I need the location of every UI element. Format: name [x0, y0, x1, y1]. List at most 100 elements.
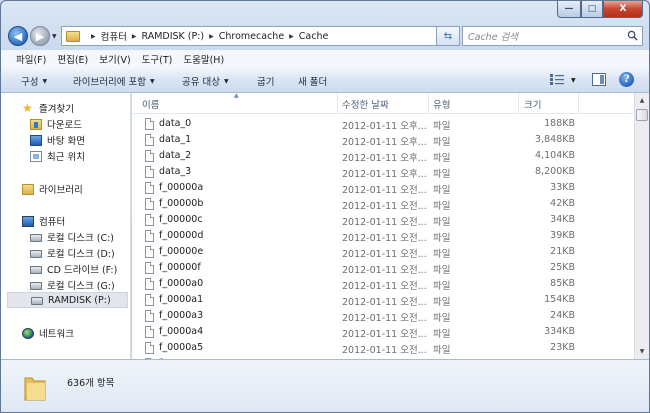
navigation-pane: ★ 즐겨찾기 다운로드 바탕 화면 최근 위치 라이브러리 컴퓨터 로컬 디스크… — [1, 93, 131, 359]
column-divider[interactable] — [428, 93, 429, 114]
menu-help[interactable]: 도움말(H) — [183, 52, 224, 66]
scroll-up-button[interactable]: ▲ — [635, 93, 649, 108]
chevron-down-icon[interactable]: ▼ — [571, 77, 576, 84]
chevron-right-icon[interactable]: ▶ — [132, 33, 137, 40]
menu-edit[interactable]: 편집(E) — [57, 52, 88, 66]
file-size: 42KB — [550, 198, 575, 209]
column-header-type[interactable]: 유형 — [433, 97, 450, 111]
file-icon — [145, 166, 154, 178]
table-row[interactable]: f_00000c 2012-01-11 오전... 파일 34KB — [132, 212, 634, 228]
sidebar-item-libraries[interactable]: 라이브러리 — [22, 182, 83, 196]
chevron-right-icon[interactable]: ▶ — [289, 33, 294, 40]
item-count: 636개 항목 — [67, 378, 115, 389]
sidebar-item-computer[interactable]: 컴퓨터 — [22, 214, 65, 228]
menu-tools[interactable]: 도구(T) — [142, 52, 173, 66]
table-row[interactable]: f_00000a 2012-01-11 오전... 파일 33KB — [132, 180, 634, 196]
table-row[interactable]: data_1 2012-01-11 오후... 파일 3,848KB — [132, 132, 634, 148]
forward-button[interactable]: ▶ — [30, 26, 50, 46]
table-row[interactable]: f_00000d 2012-01-11 오전... 파일 39KB — [132, 228, 634, 244]
sort-ascending-icon: ▲ — [234, 93, 239, 99]
sidebar-item-label: 최근 위치 — [47, 152, 85, 163]
file-size: 188KB — [544, 118, 575, 129]
file-date: 2012-01-11 오전... — [342, 345, 427, 356]
share-button[interactable]: 공유 대상 ▼ — [182, 74, 229, 88]
file-type: 파일 — [433, 329, 451, 340]
sidebar-item-network[interactable]: 네트워크 — [22, 326, 74, 340]
table-row[interactable]: f_0000a4 2012-01-11 오전... 파일 334KB — [132, 324, 634, 340]
vertical-scrollbar[interactable]: ▲ ▼ — [634, 93, 649, 359]
column-header-size[interactable]: 크기 — [524, 97, 541, 111]
recent-pages-dropdown-icon[interactable]: ▼ — [52, 33, 57, 40]
file-icon — [145, 118, 154, 130]
breadcrumb-chromecache[interactable]: Chromecache — [219, 31, 284, 42]
sidebar-item-drive-c[interactable]: 로컬 디스크 (C:) — [30, 230, 114, 244]
help-icon[interactable]: ? — [619, 72, 634, 87]
file-name: data_2 — [159, 150, 192, 161]
table-row[interactable]: f_00000f 2012-01-11 오전... 파일 25KB — [132, 260, 634, 276]
table-row[interactable]: data_3 2012-01-11 오후... 파일 8,200KB — [132, 164, 634, 180]
back-button[interactable]: ◀ — [8, 26, 28, 46]
table-row[interactable]: f_00000e 2012-01-11 오전... 파일 21KB — [132, 244, 634, 260]
column-divider[interactable] — [518, 93, 519, 114]
file-size: 25KB — [550, 262, 575, 273]
file-type: 파일 — [433, 153, 451, 164]
table-row[interactable]: f_0000a5 2012-01-11 오전... 파일 23KB — [132, 340, 634, 356]
sidebar-item-drive-f[interactable]: CD 드라이브 (F:) — [30, 262, 117, 276]
menu-file[interactable]: 파일(F) — [16, 52, 46, 66]
sidebar-item-recent-places[interactable]: 최근 위치 — [30, 149, 85, 163]
breadcrumb-ramdisk[interactable]: RAMDISK (P:) — [141, 31, 204, 42]
table-row[interactable]: data_2 2012-01-11 오후... 파일 4,104KB — [132, 148, 634, 164]
include-library-button[interactable]: 라이브러리에 포함 ▼ — [73, 74, 155, 88]
sidebar-item-label: 로컬 디스크 (G:) — [47, 281, 115, 292]
file-type: 파일 — [433, 313, 451, 324]
sidebar-item-favorites[interactable]: ★ 즐겨찾기 — [22, 101, 74, 115]
forward-arrow-icon: ▶ — [35, 29, 45, 43]
file-type: 파일 — [433, 185, 451, 196]
view-options-icon[interactable] — [550, 74, 564, 85]
table-row[interactable]: f_0000a1 2012-01-11 오전... 파일 154KB — [132, 292, 634, 308]
network-icon — [22, 327, 34, 339]
sidebar-item-drive-p[interactable]: RAMDISK (P:) — [7, 292, 128, 308]
details-pane: 636개 항목 — [1, 359, 649, 412]
address-bar[interactable]: ▶ 컴퓨터 ▶ RAMDISK (P:) ▶ Chromecache ▶ Cac… — [61, 26, 449, 46]
close-button[interactable]: X — [603, 1, 643, 18]
refresh-button[interactable]: ⇆ — [436, 26, 460, 46]
file-name: f_00000e — [159, 246, 204, 257]
file-date: 2012-01-11 오전... — [342, 201, 427, 212]
organize-button[interactable]: 구성 ▼ — [21, 74, 47, 88]
table-row[interactable]: data_0 2012-01-11 오후... 파일 188KB — [132, 116, 634, 132]
sidebar-item-label: RAMDISK (P:) — [48, 294, 111, 306]
file-size: 4,104KB — [535, 150, 575, 161]
breadcrumb-cache[interactable]: Cache — [299, 31, 329, 42]
burn-button[interactable]: 굽기 — [257, 74, 274, 88]
minimize-button[interactable]: — — [557, 1, 581, 18]
table-row[interactable]: f_0000a3 2012-01-11 오전... 파일 24KB — [132, 308, 634, 324]
column-divider[interactable] — [337, 93, 338, 114]
file-name: data_3 — [159, 166, 192, 177]
breadcrumb-computer[interactable]: 컴퓨터 — [101, 29, 127, 43]
sidebar-item-downloads[interactable]: 다운로드 — [30, 117, 82, 131]
scroll-thumb[interactable] — [636, 109, 648, 121]
burn-label: 굽기 — [257, 77, 275, 88]
search-input[interactable]: Cache 검색 — [462, 26, 643, 46]
menu-view[interactable]: 보기(V) — [99, 52, 130, 66]
table-row[interactable]: f_0000a0 2012-01-11 오전... 파일 85KB — [132, 276, 634, 292]
column-header-date[interactable]: 수정한 날짜 — [342, 97, 389, 111]
column-header-name[interactable]: 이름 — [142, 97, 159, 111]
sidebar-item-drive-d[interactable]: 로컬 디스크 (D:) — [30, 246, 115, 260]
file-size: 21KB — [550, 246, 575, 257]
maximize-button[interactable]: □ — [581, 1, 603, 18]
sidebar-item-desktop[interactable]: 바탕 화면 — [30, 133, 85, 147]
folder-icon — [24, 377, 46, 401]
preview-pane-icon[interactable] — [592, 73, 606, 86]
file-size: 85KB — [550, 278, 575, 289]
column-divider[interactable] — [578, 93, 579, 114]
new-folder-button[interactable]: 새 폴더 — [298, 74, 327, 88]
sidebar-item-drive-g[interactable]: 로컬 디스크 (G:) — [30, 278, 115, 292]
file-name: f_0000a3 — [159, 310, 204, 321]
chevron-right-icon[interactable]: ▶ — [91, 33, 96, 40]
table-row[interactable]: f_00000b 2012-01-11 오전... 파일 42KB — [132, 196, 634, 212]
recent-places-icon — [30, 150, 42, 162]
scroll-down-button[interactable]: ▼ — [635, 344, 649, 359]
chevron-right-icon[interactable]: ▶ — [209, 33, 214, 40]
